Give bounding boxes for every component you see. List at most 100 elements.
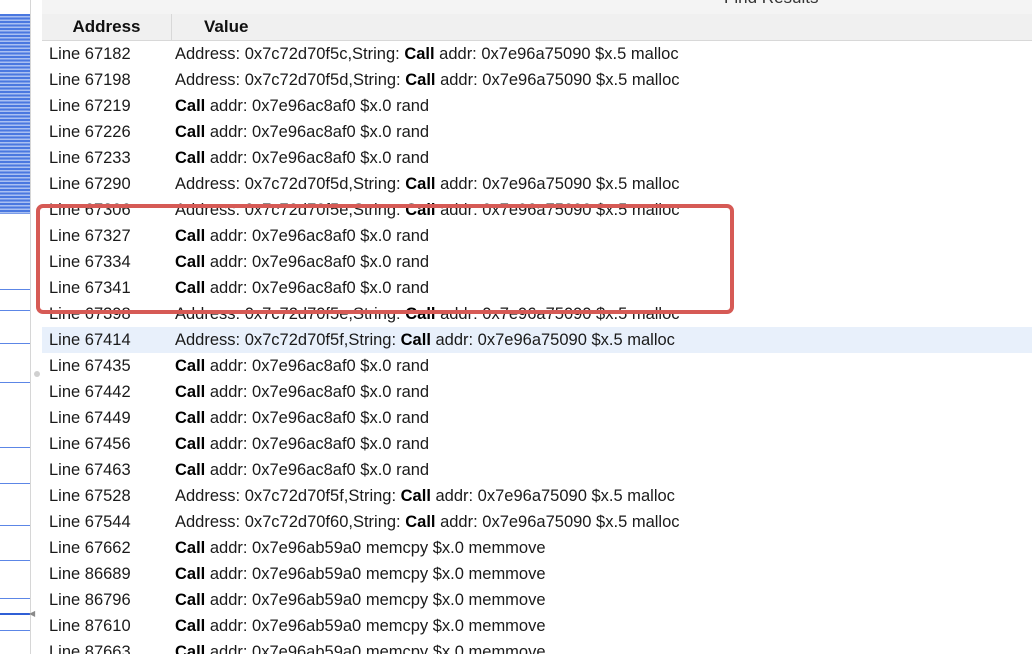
search-minimap[interactable] [0, 0, 31, 654]
table-row[interactable]: Line 67334 Call addr: 0x7e96ac8af0 $x.0 r… [42, 249, 1032, 275]
column-header-value[interactable]: Value [204, 14, 248, 40]
table-row[interactable]: Line 87610 Call addr: 0x7e96ab59a0 memcpy… [42, 613, 1032, 639]
value-prefix: Address: 0x7c72d70f5d,String: [175, 175, 406, 193]
call-keyword: Call [404, 45, 435, 63]
address-cell: Line 86796 [49, 591, 131, 609]
table-row[interactable]: Line 67398 Address: 0x7c72d70f5e,String: … [42, 301, 1032, 327]
minimap-match-band [0, 14, 30, 214]
find-results-titlebar: Find Results [42, 0, 1032, 14]
value-detail: addr: 0x7e96a75090 $x.5 malloc [435, 201, 680, 219]
table-row[interactable]: Line 67544 Address: 0x7c72d70f60,String: … [42, 509, 1032, 535]
minimap-tick [0, 525, 30, 526]
value-cell: Call addr: 0x7e96ac8af0 $x.0 rand [175, 353, 429, 379]
address-cell: Line 67442 [49, 383, 131, 401]
value-detail: addr: 0x7e96a75090 $x.5 malloc [435, 71, 680, 89]
call-keyword: Call [405, 201, 436, 219]
value-detail: addr: 0x7e96a75090 $x.5 malloc [435, 305, 680, 323]
address-cell: Line 67233 [49, 149, 131, 167]
address-cell: Line 67182 [49, 45, 131, 63]
value-cell: Address: 0x7c72d70f5e,String: Call addr:… [175, 197, 680, 223]
value-cell: Call addr: 0x7e96ac8af0 $x.0 rand [175, 457, 429, 483]
table-row[interactable]: Line 67435 Call addr: 0x7e96ac8af0 $x.0 r… [42, 353, 1032, 379]
minimap-tick [0, 598, 30, 599]
resize-handle-icon[interactable] [34, 371, 40, 377]
minimap-tick [0, 310, 30, 311]
table-row[interactable]: Line 67219 Call addr: 0x7e96ac8af0 $x.0 r… [42, 93, 1032, 119]
value-detail: addr: 0x7e96ab59a0 memcpy $x.0 memmove [205, 617, 546, 635]
address-cell: Line 87610 [49, 617, 131, 635]
table-row[interactable]: Line 67306 Address: 0x7c72d70f5e,String: … [42, 197, 1032, 223]
minimap-tick [0, 630, 30, 631]
address-cell: Line 67341 [49, 279, 131, 297]
address-cell: Line 67398 [49, 305, 131, 323]
table-row[interactable]: Line 67198 Address: 0x7c72d70f5d,String: … [42, 67, 1032, 93]
value-cell: Call addr: 0x7e96ab59a0 memcpy $x.0 memm… [175, 587, 546, 613]
value-prefix: Address: 0x7c72d70f5e,String: [175, 305, 406, 323]
table-row[interactable]: Line 67662 Call addr: 0x7e96ab59a0 memcpy… [42, 535, 1032, 561]
value-detail: addr: 0x7e96ac8af0 $x.0 rand [205, 97, 430, 115]
value-cell: Address: 0x7c72d70f5d,String: Call addr:… [175, 67, 680, 93]
minimap-tick [0, 343, 30, 344]
value-cell: Address: 0x7c72d70f5f,String: Call addr:… [175, 483, 675, 509]
address-cell: Line 67226 [49, 123, 131, 141]
table-row[interactable]: Line 67442 Call addr: 0x7e96ac8af0 $x.0 r… [42, 379, 1032, 405]
call-keyword: Call [175, 617, 206, 635]
table-row[interactable]: Line 86796 Call addr: 0x7e96ab59a0 memcpy… [42, 587, 1032, 613]
table-row[interactable]: Line 86689 Call addr: 0x7e96ab59a0 memcpy… [42, 561, 1032, 587]
minimap-tick [0, 483, 30, 484]
address-cell: Line 67334 [49, 253, 131, 271]
table-row[interactable]: Line 67463 Call addr: 0x7e96ac8af0 $x.0 r… [42, 457, 1032, 483]
address-cell: Line 67449 [49, 409, 131, 427]
call-keyword: Call [175, 539, 206, 557]
value-cell: Call addr: 0x7e96ac8af0 $x.0 rand [175, 431, 429, 457]
minimap-tick [0, 382, 30, 383]
table-row[interactable]: Line 67327 Call addr: 0x7e96ac8af0 $x.0 r… [42, 223, 1032, 249]
table-header: Address Value [42, 14, 1032, 41]
value-detail: addr: 0x7e96a75090 $x.5 malloc [435, 513, 680, 531]
value-detail: addr: 0x7e96ac8af0 $x.0 rand [205, 227, 430, 245]
table-row[interactable]: Line 67226 Call addr: 0x7e96ac8af0 $x.0 r… [42, 119, 1032, 145]
table-row[interactable]: Line 67528 Address: 0x7c72d70f5f,String: … [42, 483, 1032, 509]
table-row[interactable]: Line 67290 Address: 0x7c72d70f5d,String: … [42, 171, 1032, 197]
call-keyword: Call [175, 409, 206, 427]
call-keyword: Call [175, 357, 206, 375]
value-detail: addr: 0x7e96a75090 $x.5 malloc [434, 45, 679, 63]
value-detail: addr: 0x7e96ac8af0 $x.0 rand [205, 149, 430, 167]
table-row[interactable]: Line 67182 Address: 0x7c72d70f5c,String: … [42, 41, 1032, 67]
table-row[interactable]: Line 67414 Address: 0x7c72d70f5f,String: … [42, 327, 1032, 353]
table-row[interactable]: Line 67341 Call addr: 0x7e96ac8af0 $x.0 r… [42, 275, 1032, 301]
find-results-table: Address Value Line 67182 Address: 0x7c72d… [42, 14, 1032, 654]
value-detail: addr: 0x7e96ac8af0 $x.0 rand [205, 383, 430, 401]
value-cell: Call addr: 0x7e96ac8af0 $x.0 rand [175, 223, 429, 249]
value-detail: addr: 0x7e96ab59a0 memcpy $x.0 memmove [205, 643, 546, 654]
address-cell: Line 67435 [49, 357, 131, 375]
value-detail: addr: 0x7e96a75090 $x.5 malloc [430, 331, 675, 349]
call-keyword: Call [175, 643, 206, 654]
value-cell: Address: 0x7c72d70f5e,String: Call addr:… [175, 301, 680, 327]
value-cell: Call addr: 0x7e96ac8af0 $x.0 rand [175, 93, 429, 119]
minimap-tick [0, 447, 30, 448]
address-cell: Line 67456 [49, 435, 131, 453]
call-keyword: Call [400, 331, 431, 349]
value-cell: Call addr: 0x7e96ab59a0 memcpy $x.0 memm… [175, 639, 546, 654]
call-keyword: Call [175, 149, 206, 167]
table-row[interactable]: Line 87663 Call addr: 0x7e96ab59a0 memcpy… [42, 639, 1032, 654]
call-keyword: Call [175, 435, 206, 453]
table-row[interactable]: Line 67456 Call addr: 0x7e96ac8af0 $x.0 r… [42, 431, 1032, 457]
call-keyword: Call [175, 383, 206, 401]
address-cell: Line 67219 [49, 97, 131, 115]
column-header-address[interactable]: Address [42, 14, 172, 40]
value-detail: addr: 0x7e96ac8af0 $x.0 rand [205, 409, 430, 427]
table-row[interactable]: Line 67233 Call addr: 0x7e96ac8af0 $x.0 r… [42, 145, 1032, 171]
value-cell: Call addr: 0x7e96ac8af0 $x.0 rand [175, 145, 429, 171]
value-prefix: Address: 0x7c72d70f5d,String: [175, 71, 406, 89]
call-keyword: Call [175, 123, 206, 141]
table-row[interactable]: Line 67449 Call addr: 0x7e96ac8af0 $x.0 r… [42, 405, 1032, 431]
value-detail: addr: 0x7e96ac8af0 $x.0 rand [205, 279, 430, 297]
address-cell: Line 67662 [49, 539, 131, 557]
minimap-tick [0, 289, 30, 290]
minimap-current-position [0, 613, 30, 615]
value-cell: Address: 0x7c72d70f60,String: Call addr:… [175, 509, 680, 535]
call-keyword: Call [405, 513, 436, 531]
call-keyword: Call [175, 253, 206, 271]
